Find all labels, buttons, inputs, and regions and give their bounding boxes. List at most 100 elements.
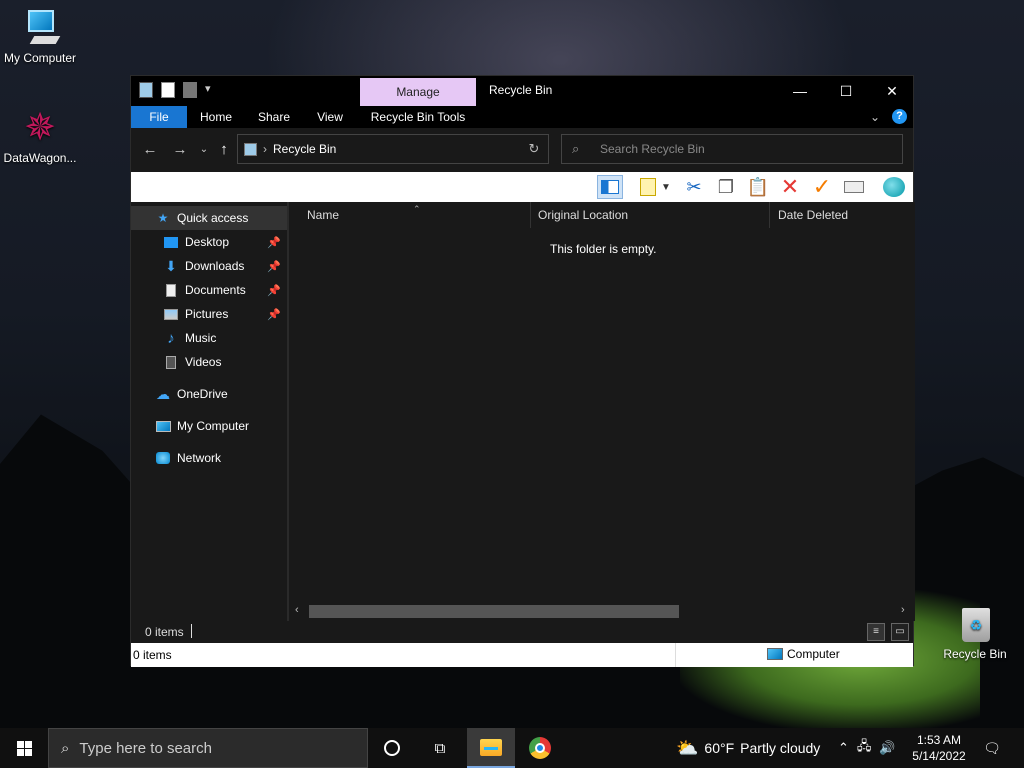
pin-icon[interactable]: 📌 xyxy=(267,284,281,297)
taskbar-search[interactable]: ⌕ xyxy=(48,728,368,768)
pin-icon[interactable]: 📌 xyxy=(267,236,281,249)
sidebar-item-music[interactable]: ♪ Music xyxy=(131,326,287,350)
tab-recycle-bin-tools[interactable]: Recycle Bin Tools xyxy=(360,106,476,128)
cloud-icon: ☁ xyxy=(156,385,170,402)
cut-button[interactable]: ✂ xyxy=(681,175,707,199)
recycle-bin-small-icon xyxy=(244,142,257,156)
scroll-right-icon[interactable]: › xyxy=(901,604,905,616)
new-folder-icon[interactable] xyxy=(183,82,197,98)
details-view-button[interactable]: ≡ xyxy=(867,623,885,641)
folder-options-icon xyxy=(640,178,656,196)
customize-dropdown-icon[interactable]: ▾ xyxy=(205,82,215,98)
large-icons-view-button[interactable]: ▭ xyxy=(891,623,909,641)
recycle-bin-icon: ♻ xyxy=(955,604,995,644)
folder-options-button[interactable] xyxy=(635,175,661,199)
cortana-button[interactable] xyxy=(368,728,416,768)
help-icon[interactable]: ? xyxy=(892,109,907,124)
arrow-left-icon: ← xyxy=(142,141,158,158)
desktop-icon-datawagon[interactable]: ✵ DataWagon... xyxy=(0,108,80,165)
pin-icon[interactable]: 📌 xyxy=(267,260,281,273)
taskbar-search-input[interactable] xyxy=(79,739,340,757)
desktop-icon-label: Recycle Bin xyxy=(943,647,1007,661)
taskbar-file-explorer[interactable] xyxy=(467,728,515,768)
tab-home[interactable]: Home xyxy=(191,106,241,128)
rename-icon xyxy=(844,181,864,193)
back-button[interactable]: ← xyxy=(139,139,161,161)
clock-date: 5/14/2022 xyxy=(912,749,966,763)
sidebar-item-label: Music xyxy=(185,331,217,345)
globe-icon xyxy=(883,177,905,197)
sidebar-item-label: Quick access xyxy=(177,211,249,225)
sidebar-item-label: Pictures xyxy=(185,307,229,321)
scrollbar-thumb[interactable] xyxy=(309,605,679,618)
close-button[interactable]: ✕ xyxy=(869,76,915,106)
large-icons-view-icon: ▭ xyxy=(895,626,905,637)
sidebar-item-downloads[interactable]: ⬇ Downloads 📌 xyxy=(131,254,287,278)
copy-button[interactable]: ❐ xyxy=(713,175,739,199)
status-divider xyxy=(675,643,676,667)
weather-condition: Partly cloudy xyxy=(740,740,821,756)
weather-widget[interactable]: ⛅ 60°F Partly cloudy xyxy=(676,728,820,768)
start-button[interactable] xyxy=(0,728,48,768)
notification-center-button[interactable]: 🗨 xyxy=(980,728,1004,768)
item-count-secondary: 0 items xyxy=(133,648,172,662)
ribbon-tabs: File Home Share View Recycle Bin Tools ⌄… xyxy=(131,106,913,128)
sidebar-item-videos[interactable]: Videos xyxy=(131,350,287,374)
sidebar-item-pictures[interactable]: Pictures 📌 xyxy=(131,302,287,326)
status-bar: 0 items ≡ ▭ xyxy=(131,621,913,643)
desktop-icon-recycle-bin[interactable]: ♻ Recycle Bin xyxy=(935,604,1015,661)
delete-button[interactable]: ✕ xyxy=(777,174,803,199)
task-view-button[interactable]: ⧉ xyxy=(416,728,464,768)
search-box[interactable]: ⌕ xyxy=(561,134,903,164)
pin-icon[interactable]: 📌 xyxy=(267,308,281,321)
horizontal-scrollbar[interactable]: ‹ › xyxy=(289,602,915,621)
desktop-folder-icon xyxy=(163,235,179,249)
refresh-button[interactable]: ↻ xyxy=(521,134,547,164)
network-tray-icon[interactable]: 🖧 xyxy=(857,737,872,759)
copy-icon: ❐ xyxy=(717,176,735,197)
chevron-up-icon[interactable]: ⌃ xyxy=(838,740,849,756)
taskbar-chrome[interactable] xyxy=(516,728,564,768)
weather-temp: 60°F xyxy=(704,740,735,756)
sidebar-item-documents[interactable]: Documents 📌 xyxy=(131,278,287,302)
restore-button[interactable]: ✓ xyxy=(809,174,835,199)
file-list: ⌃ Name Original Location Date Deleted Th… xyxy=(289,202,915,621)
sidebar-item-onedrive[interactable]: ☁ OneDrive xyxy=(131,382,287,406)
maximize-button[interactable]: ☐ xyxy=(823,76,869,106)
sidebar-item-desktop[interactable]: Desktop 📌 xyxy=(131,230,287,254)
sidebar-item-my-computer[interactable]: My Computer xyxy=(131,414,287,438)
recent-locations-button[interactable]: ⌄ xyxy=(193,139,215,161)
recycle-bin-small-icon[interactable] xyxy=(139,82,153,98)
paste-button[interactable]: 📋 xyxy=(745,175,771,199)
desktop-icon-my-computer[interactable]: My Computer xyxy=(0,8,80,65)
tab-view[interactable]: View xyxy=(307,106,353,128)
address-bar[interactable]: › Recycle Bin ⌄ xyxy=(237,134,610,164)
properties-icon[interactable] xyxy=(161,82,175,98)
sidebar-item-network[interactable]: Network xyxy=(131,446,287,470)
scroll-left-icon[interactable]: ‹ xyxy=(295,604,299,616)
column-header-original-location[interactable]: Original Location xyxy=(530,202,770,228)
search-icon: ⌕ xyxy=(61,739,70,757)
tab-file[interactable]: File xyxy=(131,106,187,128)
command-toolbar: ▼ ✂ ❐ 📋 ✕ ✓ xyxy=(131,172,913,202)
empty-folder-message: This folder is empty. xyxy=(550,242,657,256)
forward-button[interactable]: → xyxy=(169,139,191,161)
tab-manage[interactable]: Manage xyxy=(360,78,476,106)
folder-options-dropdown[interactable]: ▼ xyxy=(659,175,673,199)
status-separator xyxy=(191,624,192,638)
clock[interactable]: 1:53 AM 5/14/2022 xyxy=(906,732,972,764)
search-input[interactable] xyxy=(600,139,890,159)
sidebar-item-quick-access[interactable]: ★ Quick access xyxy=(131,206,287,230)
column-header-date-deleted[interactable]: Date Deleted xyxy=(770,202,915,228)
up-button[interactable]: ↑ xyxy=(213,139,235,161)
minimize-button[interactable]: — xyxy=(777,76,823,106)
preview-pane-button[interactable] xyxy=(597,175,623,199)
expand-ribbon-icon[interactable]: ⌄ xyxy=(870,110,880,124)
column-header-name[interactable]: ⌃ Name xyxy=(289,202,531,228)
volume-icon[interactable]: 🔊 xyxy=(879,740,895,756)
computer-icon xyxy=(20,8,61,48)
tab-share[interactable]: Share xyxy=(249,106,299,128)
properties-button[interactable] xyxy=(881,175,907,199)
breadcrumb[interactable]: Recycle Bin xyxy=(273,142,336,156)
rename-button[interactable] xyxy=(841,175,867,199)
